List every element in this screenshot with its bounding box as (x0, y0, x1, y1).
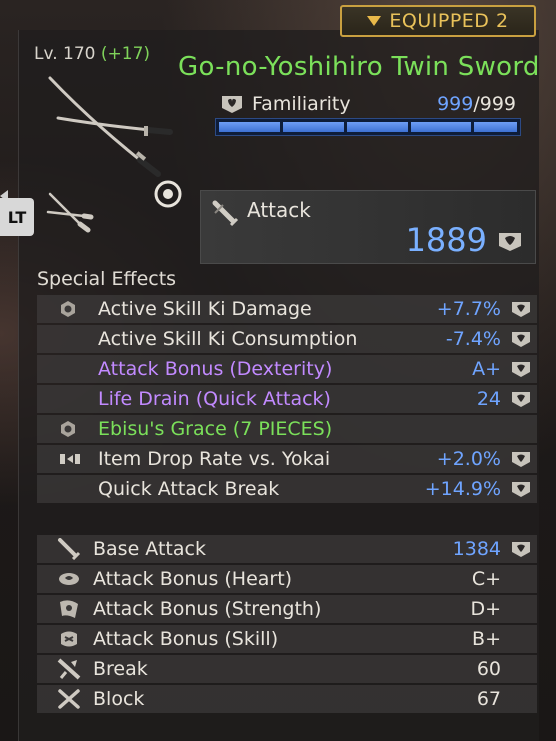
special-effects-list: Active Skill Ki Damage +7.7% Active Skill … (37, 295, 537, 505)
break-icon (57, 658, 81, 680)
special-effect-label: Item Drop Rate vs. Yokai (98, 448, 331, 470)
special-effect-label: Active Skill Ki Damage (98, 298, 312, 320)
sword-icon (57, 538, 81, 561)
spirit-gem-icon (511, 391, 531, 413)
attack-value: 1889 (405, 221, 487, 259)
special-effect-row[interactable]: Life Drain (Quick Attack) 24 (37, 385, 537, 413)
special-effect-label: Quick Attack Break (98, 478, 280, 500)
special-effect-value: +7.7% (436, 298, 501, 320)
stat-value: C+ (471, 568, 501, 590)
familiarity-value: 999/999 (437, 93, 516, 115)
attack-label: Attack (247, 198, 311, 222)
stat-label: Break (93, 658, 148, 680)
stat-value: 60 (476, 658, 501, 680)
spirit-gem-icon (499, 233, 521, 251)
stat-label: Block (93, 688, 145, 710)
stat-value: B+ (472, 628, 501, 650)
familiarity-current: 999 (437, 93, 474, 115)
stat-row[interactable]: Block 67 (37, 685, 537, 713)
hex-gear-icon (59, 300, 77, 318)
level-bonus: (+17) (100, 44, 151, 64)
triangle-down-icon (367, 16, 382, 26)
stat-label: Attack Bonus (Heart) (93, 568, 293, 590)
stat-label: Attack Bonus (Skill) (93, 628, 279, 650)
special-effect-value: A+ (472, 358, 501, 380)
spirit-gem-icon (511, 481, 531, 503)
swap-weapon-icon[interactable] (44, 190, 94, 236)
stat-value: 1384 (452, 538, 501, 560)
special-effect-label: Life Drain (Quick Attack) (98, 388, 331, 410)
familiarity-bar-segment (474, 122, 517, 132)
weapon-level: Lv. 170 (+17) (34, 44, 150, 64)
level-text: Lv. 170 (34, 44, 96, 64)
familiarity-bar-segment (219, 122, 280, 132)
equipped-label: EQUIPPED 2 (389, 10, 509, 32)
special-effect-row[interactable]: Quick Attack Break +14.9% (37, 475, 537, 503)
twin-swords-image (48, 76, 182, 208)
spirit-gem-icon (511, 451, 531, 473)
familiarity-bar-segment (346, 122, 408, 132)
stat-row[interactable]: Attack Bonus (Heart) C+ (37, 565, 537, 593)
special-effect-value: 24 (476, 388, 501, 410)
spirit-gem-icon (511, 331, 531, 353)
familiarity-bar (215, 118, 521, 136)
familiarity-max: /999 (473, 93, 516, 115)
spirit-gem-icon (511, 361, 531, 383)
stat-row[interactable]: Break 60 (37, 655, 537, 683)
equipped-badge[interactable]: EQUIPPED 2 (340, 5, 536, 37)
familiarity-bar-segment (282, 122, 344, 132)
familiarity-label: Familiarity (252, 93, 351, 115)
item-drop-icon (59, 450, 80, 468)
special-effect-value: -7.4% (445, 328, 501, 350)
special-effect-row[interactable]: Item Drop Rate vs. Yokai +2.0% (37, 445, 537, 473)
spirit-gem-icon (511, 301, 531, 323)
special-effect-label: Ebisu's Grace (7 PIECES) (98, 418, 333, 440)
block-icon (57, 688, 81, 710)
familiarity-heart-icon (222, 96, 242, 113)
special-effect-row[interactable]: Active Skill Ki Consumption -7.4% (37, 325, 537, 353)
special-effect-row[interactable]: Ebisu's Grace (7 PIECES) (37, 415, 537, 443)
stat-row[interactable]: Base Attack 1384 (37, 535, 537, 563)
stat-label: Attack Bonus (Strength) (93, 598, 322, 620)
skill-bonus-icon (57, 628, 81, 650)
spirit-gem-icon (511, 541, 531, 563)
strength-bonus-icon (57, 598, 81, 620)
weapon-name: Go-no-Yoshihiro Twin Swords (178, 52, 538, 82)
special-effects-title: Special Effects (37, 268, 177, 290)
special-effect-row[interactable]: Attack Bonus (Dexterity) A+ (37, 355, 537, 383)
special-effect-value: +2.0% (436, 448, 501, 470)
stat-value: D+ (470, 598, 501, 620)
familiarity-bar-segment (410, 122, 472, 132)
stats-list: Base Attack 1384 Attack Bonus (Heart) C+ Att… (37, 535, 537, 715)
special-effect-row[interactable]: Active Skill Ki Damage +7.7% (37, 295, 537, 323)
special-effect-value: +14.9% (424, 478, 501, 500)
stat-label: Base Attack (93, 538, 206, 560)
stat-value: 67 (476, 688, 501, 710)
special-effect-label: Attack Bonus (Dexterity) (98, 358, 333, 380)
attack-summary: Attack 1889 (200, 190, 536, 264)
special-effect-label: Active Skill Ki Consumption (98, 328, 358, 350)
hex-gear-icon (59, 420, 77, 438)
sword-icon (212, 200, 239, 227)
lt-swap-button[interactable]: LT (0, 198, 34, 236)
heart-bonus-icon (57, 568, 81, 590)
stat-row[interactable]: Attack Bonus (Strength) D+ (37, 595, 537, 623)
stat-row[interactable]: Attack Bonus (Skill) B+ (37, 625, 537, 653)
